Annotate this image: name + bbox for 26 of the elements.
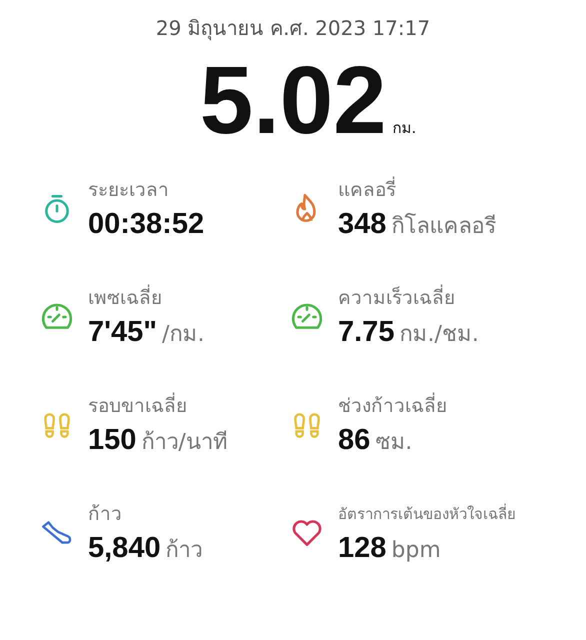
metric-unit: ซม. [375, 428, 412, 457]
workout-date: 29 มิถุนายน ค.ศ. 2023 17:17 [154, 15, 432, 42]
metric-value: 150 [88, 422, 136, 458]
metric-label: ความเร็วเฉลี่ย [338, 284, 456, 311]
metric-unit: ก้าว/นาที [141, 428, 228, 457]
metric-unit: กม./ชม. [399, 320, 479, 349]
metric-value: 00:38:52 [88, 206, 204, 242]
metric-value: 7'45" [88, 314, 158, 350]
metric-value: 86 [338, 422, 370, 458]
distance-value: 5.02 [200, 48, 387, 154]
metric-unit: bpm [391, 536, 441, 565]
metric-value: 5,840 [88, 530, 161, 566]
metric-label: ก้าว [88, 502, 123, 527]
metric-unit: /กม. [162, 320, 204, 349]
metric-value: 128 [338, 530, 386, 566]
metric-unit: กิโลแคลอรี [391, 212, 496, 241]
metric-label: แคลอรี่ [338, 176, 397, 203]
metric-label: รอบขาเฉลี่ย [88, 392, 188, 419]
distance-unit: กม. [392, 118, 416, 139]
metric-value: 7.75 [338, 314, 394, 350]
metric-unit: ก้าว [166, 536, 203, 565]
metric-label: ช่วงก้าวเฉลี่ย [338, 392, 447, 419]
metric-value: 348 [338, 206, 386, 242]
metric-label: ระยะเวลา [88, 178, 170, 203]
metric-label: เพซเฉลี่ย [88, 284, 163, 311]
metric-label: อัตราการเต้นของหัวใจเฉลี่ย [338, 502, 516, 525]
